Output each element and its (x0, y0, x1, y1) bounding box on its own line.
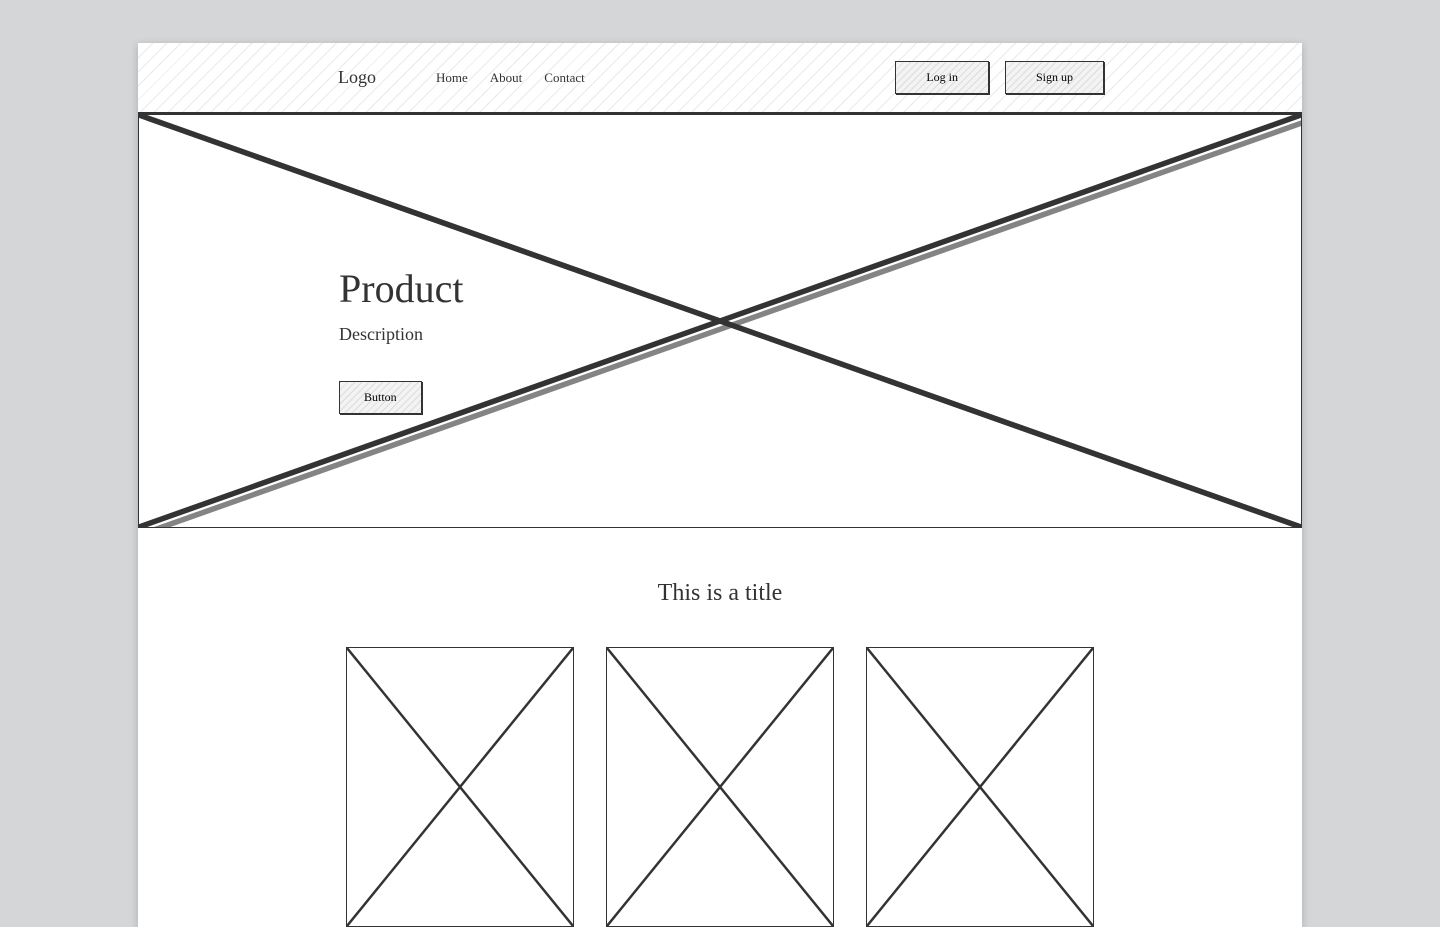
cards-section: This is a title (138, 528, 1302, 927)
card-row (138, 647, 1302, 927)
header-buttons: Log in Sign up (895, 61, 1104, 94)
nav-contact[interactable]: Contact (544, 70, 584, 86)
page-wireframe: Logo Home About Contact Log in Sign up P… (138, 43, 1302, 927)
nav-about[interactable]: About (490, 70, 523, 86)
hero-content: Product Description Button (339, 265, 463, 414)
hero-description: Description (339, 324, 463, 345)
nav: Home About Contact (436, 70, 585, 86)
hero-button[interactable]: Button (339, 381, 422, 414)
card-placeholder (866, 647, 1094, 927)
login-button[interactable]: Log in (895, 61, 989, 94)
hero-wrapper: Product Description Button (138, 113, 1302, 528)
placeholder-cross-icon (139, 115, 1301, 527)
signup-button[interactable]: Sign up (1005, 61, 1104, 94)
logo: Logo (338, 67, 376, 88)
card-placeholder (606, 647, 834, 927)
section-title: This is a title (138, 580, 1302, 607)
placeholder-cross-icon (607, 648, 833, 926)
placeholder-cross-icon (347, 648, 573, 926)
hero-placeholder: Product Description Button (138, 114, 1302, 528)
hero-title: Product (339, 265, 463, 312)
placeholder-cross-icon (867, 648, 1093, 926)
header-bar: Logo Home About Contact Log in Sign up (138, 43, 1302, 113)
card-placeholder (346, 647, 574, 927)
nav-home[interactable]: Home (436, 70, 468, 86)
